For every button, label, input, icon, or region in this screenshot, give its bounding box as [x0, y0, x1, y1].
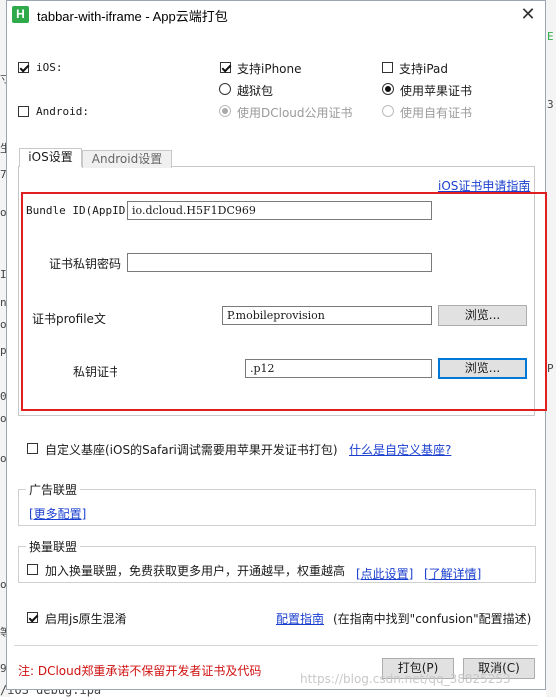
tab-ios-settings[interactable]: iOS设置	[19, 148, 82, 167]
android-label: Android:	[36, 105, 89, 118]
js-obfuscation-checkbox[interactable]	[27, 612, 38, 623]
android-checkbox[interactable]	[18, 106, 29, 117]
exchange-alliance-title: 换量联盟	[26, 538, 81, 555]
tab-label: Android设置	[91, 152, 163, 166]
close-icon[interactable]: ✕	[515, 2, 541, 28]
bg-fragment: P	[547, 362, 554, 375]
support-ipad-label: 支持iPad	[399, 62, 449, 76]
bg-fragment: 3	[547, 98, 554, 111]
exchange-settings-link[interactable]: [点此设置]	[356, 565, 413, 582]
window-title: tabbar-with-iframe - App云端打包	[37, 9, 228, 24]
exchange-alliance-checkbox[interactable]	[27, 564, 38, 575]
custom-base-checkbox[interactable]	[27, 443, 38, 454]
jailbreak-radio[interactable]	[219, 83, 231, 95]
own-cert-label: 使用自有证书	[400, 106, 473, 120]
apple-cert-label: 使用苹果证书	[400, 84, 473, 98]
support-iphone-checkbox[interactable]	[220, 62, 231, 73]
custom-base-label: 自定义基座(iOS的Safari调试需要用苹果开发证书打包)	[45, 443, 338, 457]
more-config-link[interactable]: [更多配置]	[29, 505, 86, 522]
exchange-details-link[interactable]: [了解详情]	[424, 565, 481, 582]
hbuilder-app-icon: H	[12, 6, 29, 23]
exchange-alliance-label: 加入换量联盟，免费获取更多用户，开通越早，权重越高	[45, 564, 346, 578]
jailbreak-label: 越狱包	[237, 84, 274, 98]
highlight-box	[21, 192, 547, 411]
support-ipad-checkbox[interactable]	[382, 62, 393, 73]
tab-label: iOS设置	[28, 150, 73, 164]
dcloud-cert-label: 使用DCloud公用证书	[237, 106, 353, 120]
config-guide-note: (在指南中找到"confusion"配置描述)	[333, 612, 532, 626]
tab-android-settings[interactable]: Android设置	[82, 150, 172, 168]
support-iphone-label: 支持iPhone	[237, 62, 302, 76]
own-cert-radio[interactable]	[382, 105, 394, 117]
custom-base-help-link[interactable]: 什么是自定义基座?	[349, 441, 451, 458]
ios-label: iOS:	[36, 61, 63, 74]
bg-fragment: E	[547, 30, 554, 43]
footer-divider	[14, 645, 538, 646]
watermark-text: https://blog.csdn.net/qq_38825253	[300, 672, 511, 686]
dcloud-cert-radio[interactable]	[219, 105, 231, 117]
config-guide-link[interactable]: 配置指南	[276, 610, 324, 627]
ios-checkbox[interactable]	[18, 62, 29, 73]
ad-alliance-group	[18, 489, 536, 526]
js-obfuscation-label: 启用js原生混淆	[45, 612, 127, 626]
ad-alliance-title: 广告联盟	[26, 481, 81, 498]
disclaimer-text: 注: DCloud郑重承诺不保留开发者证书及代码	[18, 664, 262, 678]
apple-cert-radio[interactable]	[382, 83, 394, 95]
